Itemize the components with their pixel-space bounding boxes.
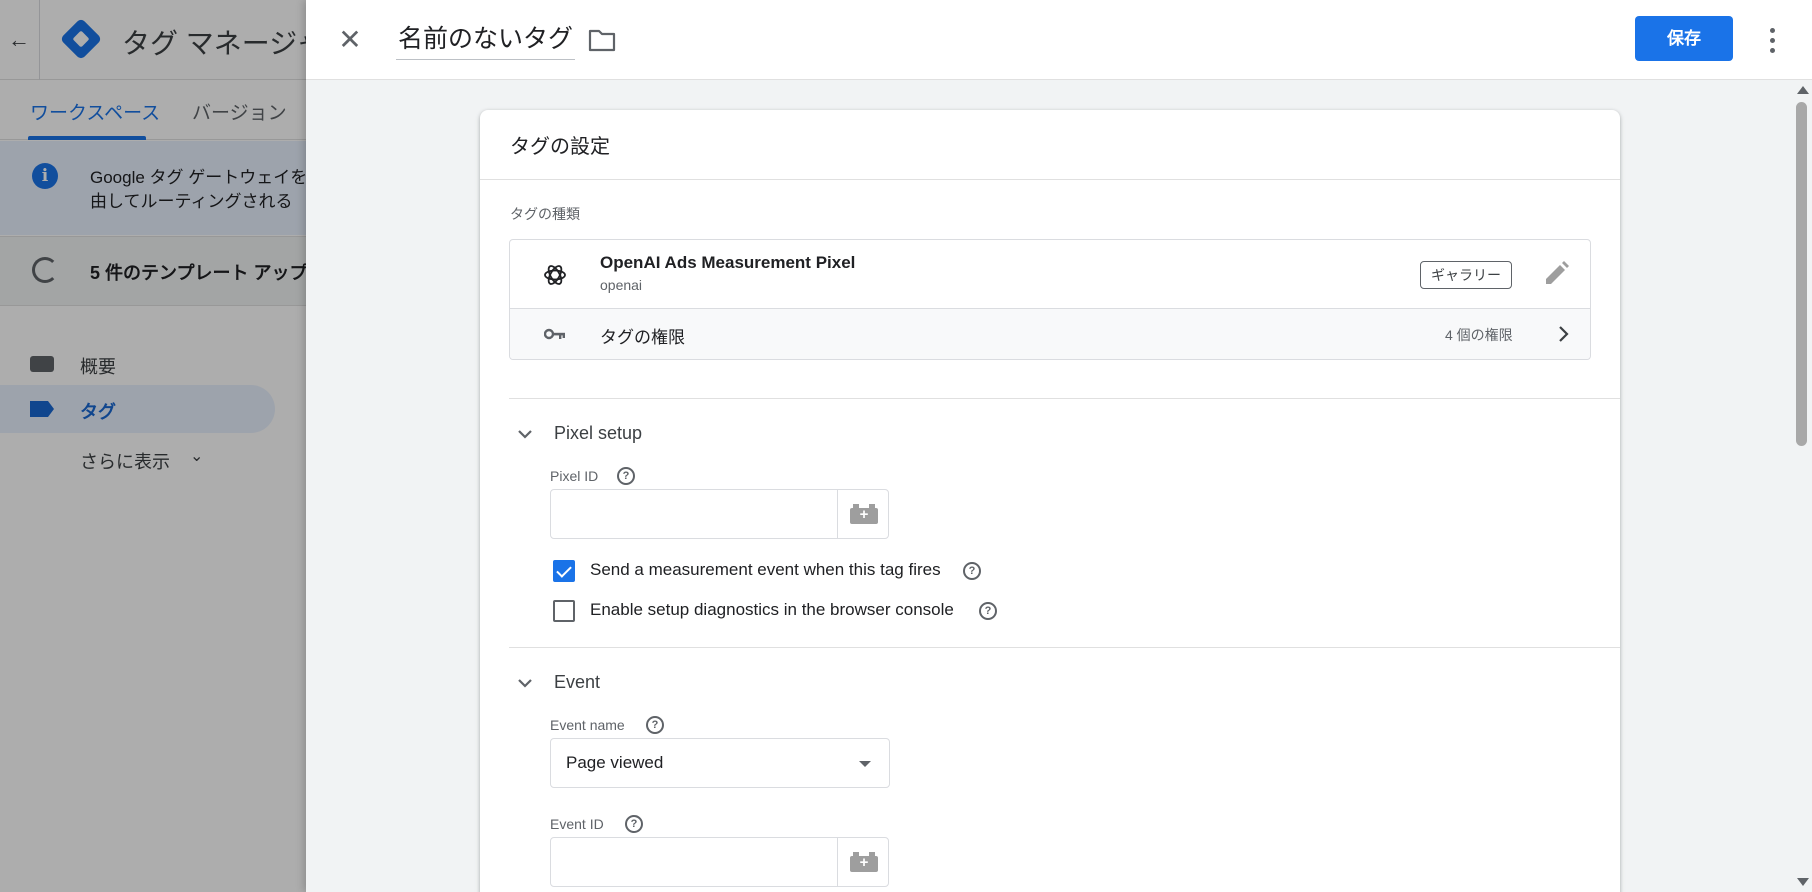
- gallery-badge: ギャラリー: [1420, 261, 1512, 289]
- more-vert-icon[interactable]: [1754, 20, 1790, 60]
- pixel-id-label: Pixel ID: [550, 468, 599, 484]
- dropdown-arrow-icon: [859, 761, 871, 767]
- setup-diagnostics-label[interactable]: Enable setup diagnostics in the browser …: [590, 600, 954, 620]
- chevron-right-icon[interactable]: [1556, 323, 1572, 345]
- measurement-event-checkbox[interactable]: [553, 560, 575, 582]
- close-icon[interactable]: ✕: [330, 20, 370, 60]
- section-divider: [509, 647, 1620, 648]
- help-icon[interactable]: ?: [979, 602, 997, 620]
- chevron-up-icon[interactable]: [516, 677, 534, 689]
- tag-template-row[interactable]: OpenAI Ads Measurement Pixel openai ギャラリ…: [510, 240, 1590, 308]
- tag-permissions-row[interactable]: タグの権限 4 個の権限: [510, 308, 1590, 359]
- help-icon[interactable]: ?: [625, 815, 643, 833]
- event-name-value: Page viewed: [566, 753, 664, 772]
- setup-diagnostics-checkbox[interactable]: [553, 600, 575, 622]
- save-button[interactable]: 保存: [1635, 16, 1733, 61]
- event-name-label: Event name: [550, 717, 625, 733]
- help-icon[interactable]: ?: [646, 716, 664, 734]
- tag-config-card: タグの設定 タグの種類 OpenAI Ads Measurement Pixel…: [480, 110, 1620, 892]
- permissions-label: タグの権限: [600, 328, 685, 347]
- section-title-pixel-setup[interactable]: Pixel setup: [554, 423, 642, 444]
- event-id-input[interactable]: [550, 837, 838, 887]
- variable-picker-button[interactable]: [837, 489, 889, 539]
- folder-icon[interactable]: [588, 27, 616, 53]
- editor-content: タグの設定 タグの種類 OpenAI Ads Measurement Pixel…: [306, 80, 1792, 892]
- help-icon[interactable]: ?: [963, 562, 981, 580]
- scroll-thumb[interactable]: [1796, 102, 1807, 446]
- variable-brick-icon: [850, 504, 878, 524]
- card-title: タグの設定: [510, 136, 610, 158]
- section-divider: [509, 398, 1620, 399]
- variable-brick-icon: [850, 852, 878, 872]
- card-divider: [480, 179, 1620, 180]
- chevron-up-icon[interactable]: [516, 428, 534, 440]
- tag-type-label: タグの種類: [510, 206, 580, 222]
- scroll-up-icon[interactable]: [1797, 86, 1809, 94]
- pencil-icon[interactable]: [1542, 260, 1570, 288]
- permissions-count: 4 個の権限: [1445, 327, 1513, 343]
- event-id-label: Event ID: [550, 816, 604, 832]
- template-vendor: openai: [600, 277, 643, 293]
- tag-name-field[interactable]: 名前のないタグ: [396, 20, 576, 60]
- tag-editor-panel: ✕ 名前のないタグ 保存 タグの設定 タグの種類 OpenAI Ads Meas…: [306, 0, 1812, 892]
- key-icon: [544, 328, 565, 340]
- event-name-select[interactable]: Page viewed: [550, 738, 890, 788]
- help-icon[interactable]: ?: [617, 467, 635, 485]
- pixel-id-input[interactable]: [550, 489, 838, 539]
- openai-icon: [544, 265, 566, 285]
- tag-type-box: OpenAI Ads Measurement Pixel openai ギャラリ…: [509, 239, 1591, 360]
- editor-header: ✕ 名前のないタグ 保存: [306, 0, 1812, 80]
- template-name: OpenAI Ads Measurement Pixel: [600, 253, 856, 272]
- scroll-down-icon[interactable]: [1797, 878, 1809, 886]
- measurement-event-label[interactable]: Send a measurement event when this tag f…: [590, 560, 941, 580]
- section-title-event[interactable]: Event: [554, 672, 600, 693]
- variable-picker-button[interactable]: [837, 837, 889, 887]
- vertical-scrollbar[interactable]: [1792, 80, 1812, 892]
